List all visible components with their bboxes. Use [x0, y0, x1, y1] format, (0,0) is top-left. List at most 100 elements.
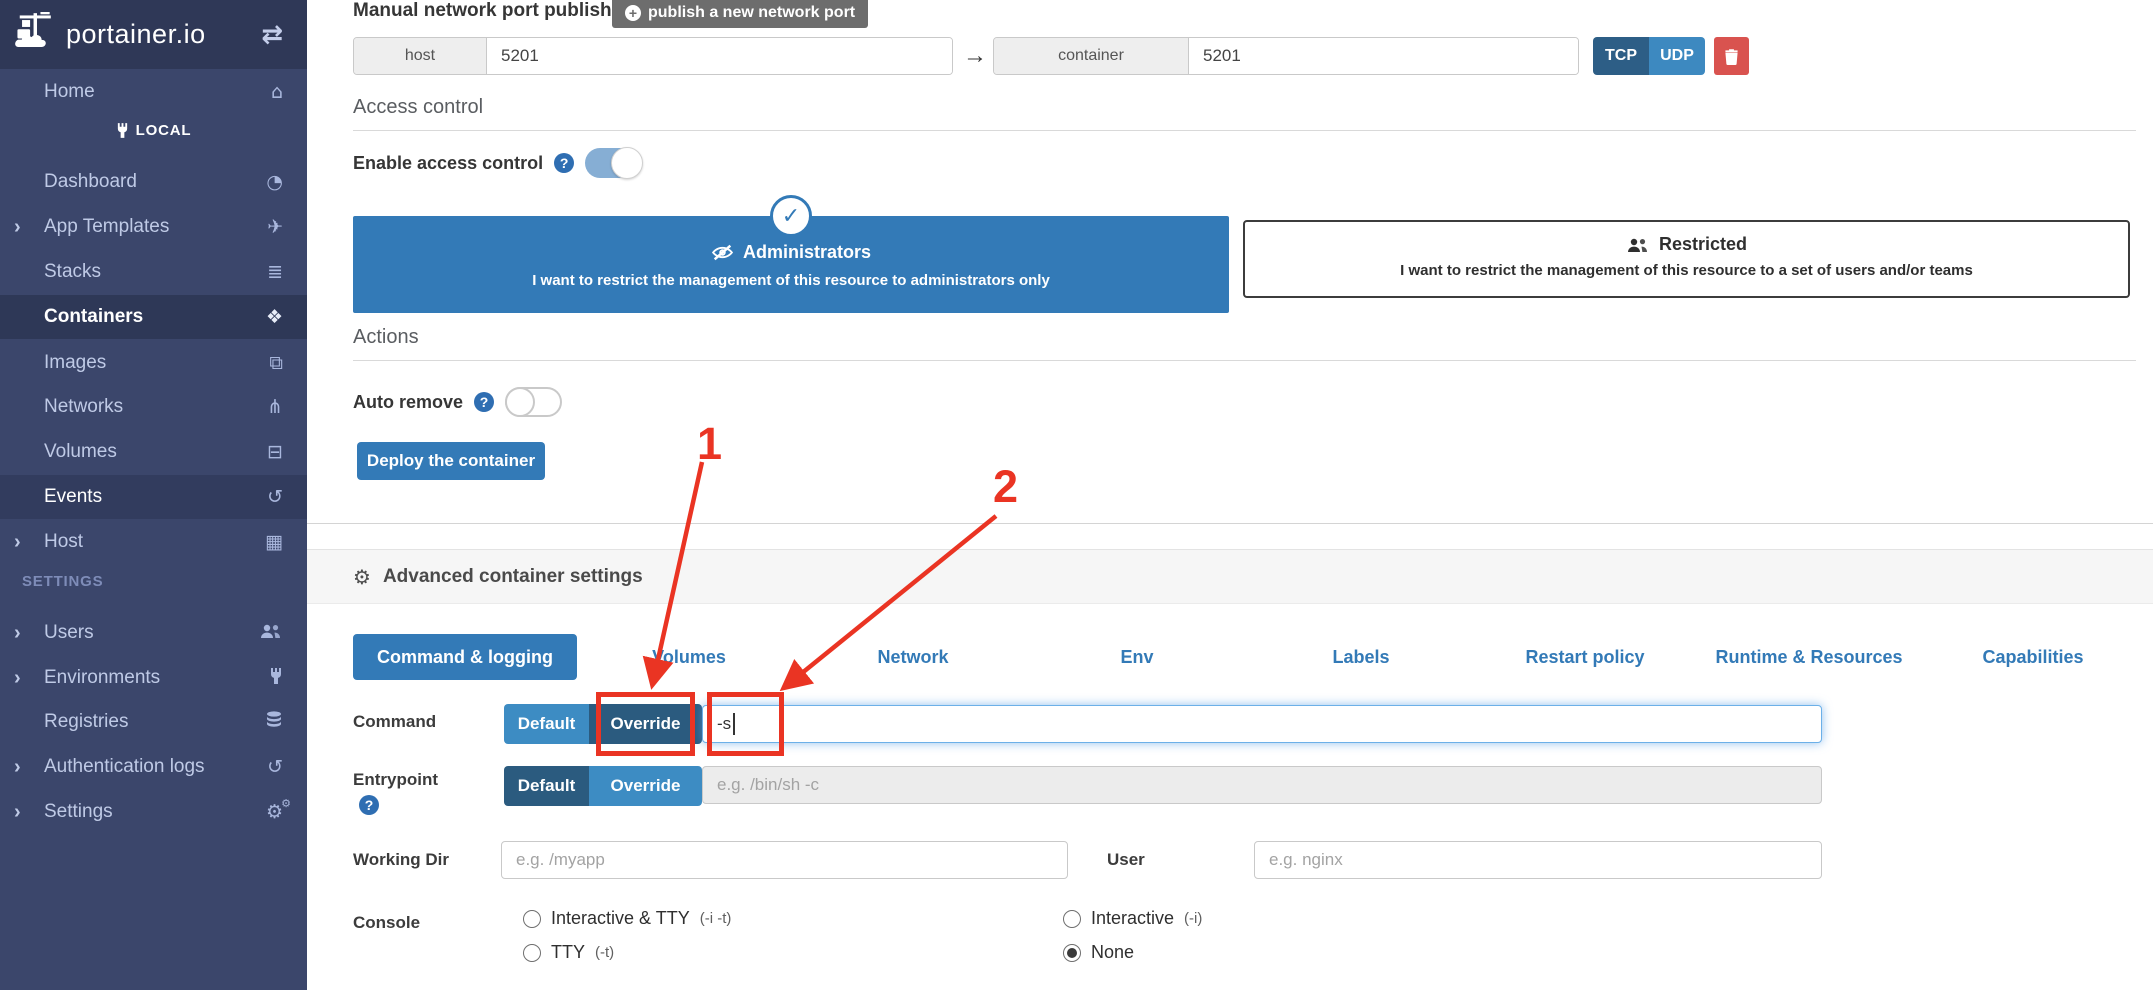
auto-remove-toggle[interactable]	[505, 387, 562, 417]
entrypoint-input[interactable]	[702, 766, 1822, 804]
sidebar-item-label: App Templates	[44, 216, 169, 238]
plus-circle-icon: +	[625, 5, 641, 21]
sidebar-item-app-templates[interactable]: › App Templates ✈	[0, 205, 307, 249]
sidebar-item-events[interactable]: Events ↺	[0, 475, 307, 519]
chevron-right-icon: ›	[14, 622, 21, 645]
option-label: Interactive	[1091, 908, 1174, 929]
sidebar-section-settings: SETTINGS	[0, 566, 307, 596]
sidebar-item-label: Registries	[44, 711, 128, 733]
publish-port-label: publish a new network port	[648, 4, 855, 22]
option-label: None	[1091, 942, 1134, 963]
command-override-button[interactable]: Override	[589, 704, 702, 744]
section-label: LOCAL	[136, 122, 192, 139]
section-label: SETTINGS	[22, 573, 103, 590]
chevron-right-icon: ›	[14, 216, 21, 239]
cogs-icon: ⚙⚙	[266, 801, 283, 823]
panel-divider	[307, 523, 2153, 524]
chevron-right-icon: ›	[14, 667, 21, 690]
tab-restart-policy[interactable]: Restart policy	[1473, 634, 1697, 680]
console-option-interactive-tty[interactable]: Interactive & TTY (-i -t)	[523, 908, 731, 929]
check-circle-icon: ✓	[770, 195, 812, 237]
port-map-arrow-icon: →	[955, 37, 995, 75]
help-icon[interactable]: ?	[359, 795, 379, 815]
sidebar-item-label: Stacks	[44, 261, 101, 283]
tab-labels[interactable]: Labels	[1249, 634, 1473, 680]
entrypoint-default-button[interactable]: Default	[504, 766, 589, 806]
tab-env[interactable]: Env	[1025, 634, 1249, 680]
sidebar-item-stacks[interactable]: Stacks ≣	[0, 250, 307, 294]
container-port-input[interactable]	[1189, 38, 1578, 74]
sidebar-item-label: Settings	[44, 801, 113, 823]
publish-port-button[interactable]: + publish a new network port	[612, 0, 868, 28]
port-publishing-title: Manual network port publishing	[353, 0, 640, 22]
sidebar: portainer.io ⇄ Home ⌂ LOCAL Dashboard ◔ …	[0, 0, 307, 990]
sidebar-logo[interactable]: portainer.io ⇄	[0, 0, 307, 69]
sitemap-icon: ⋔	[267, 396, 283, 418]
command-label: Command	[353, 712, 436, 732]
ownership-administrators-option[interactable]: ✓ Administrators I want to restrict the …	[353, 216, 1229, 313]
sidebar-item-users[interactable]: › Users	[0, 611, 307, 655]
sidebar-item-networks[interactable]: Networks ⋔	[0, 385, 307, 429]
sidebar-item-environments[interactable]: › Environments	[0, 656, 307, 700]
console-option-none[interactable]: None	[1063, 942, 1134, 963]
advanced-settings-tabs: Command & logging Volumes Network Env La…	[353, 634, 2145, 680]
sidebar-item-containers[interactable]: Containers ❖	[0, 295, 307, 339]
console-option-tty[interactable]: TTY (-t)	[523, 942, 614, 963]
sidebar-item-label: Home	[44, 81, 95, 103]
endpoint-switch-icon[interactable]: ⇄	[261, 19, 283, 50]
help-icon[interactable]: ?	[554, 153, 574, 173]
working-dir-input[interactable]	[501, 841, 1068, 879]
list-icon: ≣	[267, 261, 283, 283]
eye-slash-icon	[711, 244, 734, 261]
sidebar-item-label: Volumes	[44, 441, 117, 463]
advanced-settings-header: ⚙ Advanced container settings	[307, 549, 2153, 604]
sidebar-item-label: Networks	[44, 396, 123, 418]
history-icon: ↺	[267, 756, 283, 778]
user-input[interactable]	[1254, 841, 1822, 879]
command-default-button[interactable]: Default	[504, 704, 589, 744]
tab-runtime-resources[interactable]: Runtime & Resources	[1697, 634, 1921, 680]
text-cursor	[733, 713, 735, 735]
chevron-right-icon: ›	[14, 756, 21, 779]
sidebar-item-settings[interactable]: › Settings ⚙⚙	[0, 790, 307, 834]
gear-icon: ⚙	[353, 565, 371, 589]
deploy-container-button[interactable]: Deploy the container	[357, 442, 545, 480]
plug-icon	[269, 667, 283, 689]
radio-icon	[1063, 910, 1081, 928]
restricted-description: I want to restrict the management of thi…	[1245, 262, 2128, 279]
history-icon: ↺	[267, 486, 283, 508]
remove-port-button[interactable]	[1714, 37, 1749, 75]
rocket-icon: ✈	[267, 216, 283, 238]
option-flag: (-t)	[595, 944, 614, 961]
tab-capabilities[interactable]: Capabilities	[1921, 634, 2145, 680]
ownership-restricted-option[interactable]: Restricted I want to restrict the manage…	[1243, 220, 2130, 298]
console-option-interactive[interactable]: Interactive (-i)	[1063, 908, 1202, 929]
enable-access-control-toggle[interactable]	[585, 148, 642, 178]
console-label: Console	[353, 913, 420, 933]
radio-icon	[523, 944, 541, 962]
udp-button[interactable]: UDP	[1649, 37, 1705, 75]
sidebar-item-dashboard[interactable]: Dashboard ◔	[0, 160, 307, 204]
users-icon	[259, 622, 283, 644]
sidebar-item-images[interactable]: Images ⧉	[0, 341, 307, 385]
tab-command-logging[interactable]: Command & logging	[353, 634, 577, 680]
command-input[interactable]: -s	[702, 705, 1822, 743]
sidebar-item-host[interactable]: › Host ▦	[0, 520, 307, 564]
administrators-description: I want to restrict the management of thi…	[353, 272, 1229, 289]
dashboard-gauge-icon: ◔	[266, 171, 283, 193]
restricted-title: Restricted	[1659, 234, 1747, 255]
home-icon: ⌂	[271, 81, 283, 103]
tcp-button[interactable]: TCP	[1593, 37, 1649, 75]
tab-volumes[interactable]: Volumes	[577, 634, 801, 680]
tab-network[interactable]: Network	[801, 634, 1025, 680]
sidebar-item-home[interactable]: Home ⌂	[0, 70, 307, 114]
host-port-addon: host	[354, 38, 487, 74]
sidebar-item-volumes[interactable]: Volumes ⊟	[0, 430, 307, 474]
database-icon	[265, 711, 283, 734]
entrypoint-override-button[interactable]: Override	[589, 766, 702, 806]
help-icon[interactable]: ?	[474, 392, 494, 412]
auto-remove-label: Auto remove	[353, 392, 463, 413]
sidebar-item-registries[interactable]: Registries	[0, 700, 307, 744]
host-port-input[interactable]	[487, 38, 952, 74]
sidebar-item-authentication-logs[interactable]: › Authentication logs ↺	[0, 745, 307, 789]
